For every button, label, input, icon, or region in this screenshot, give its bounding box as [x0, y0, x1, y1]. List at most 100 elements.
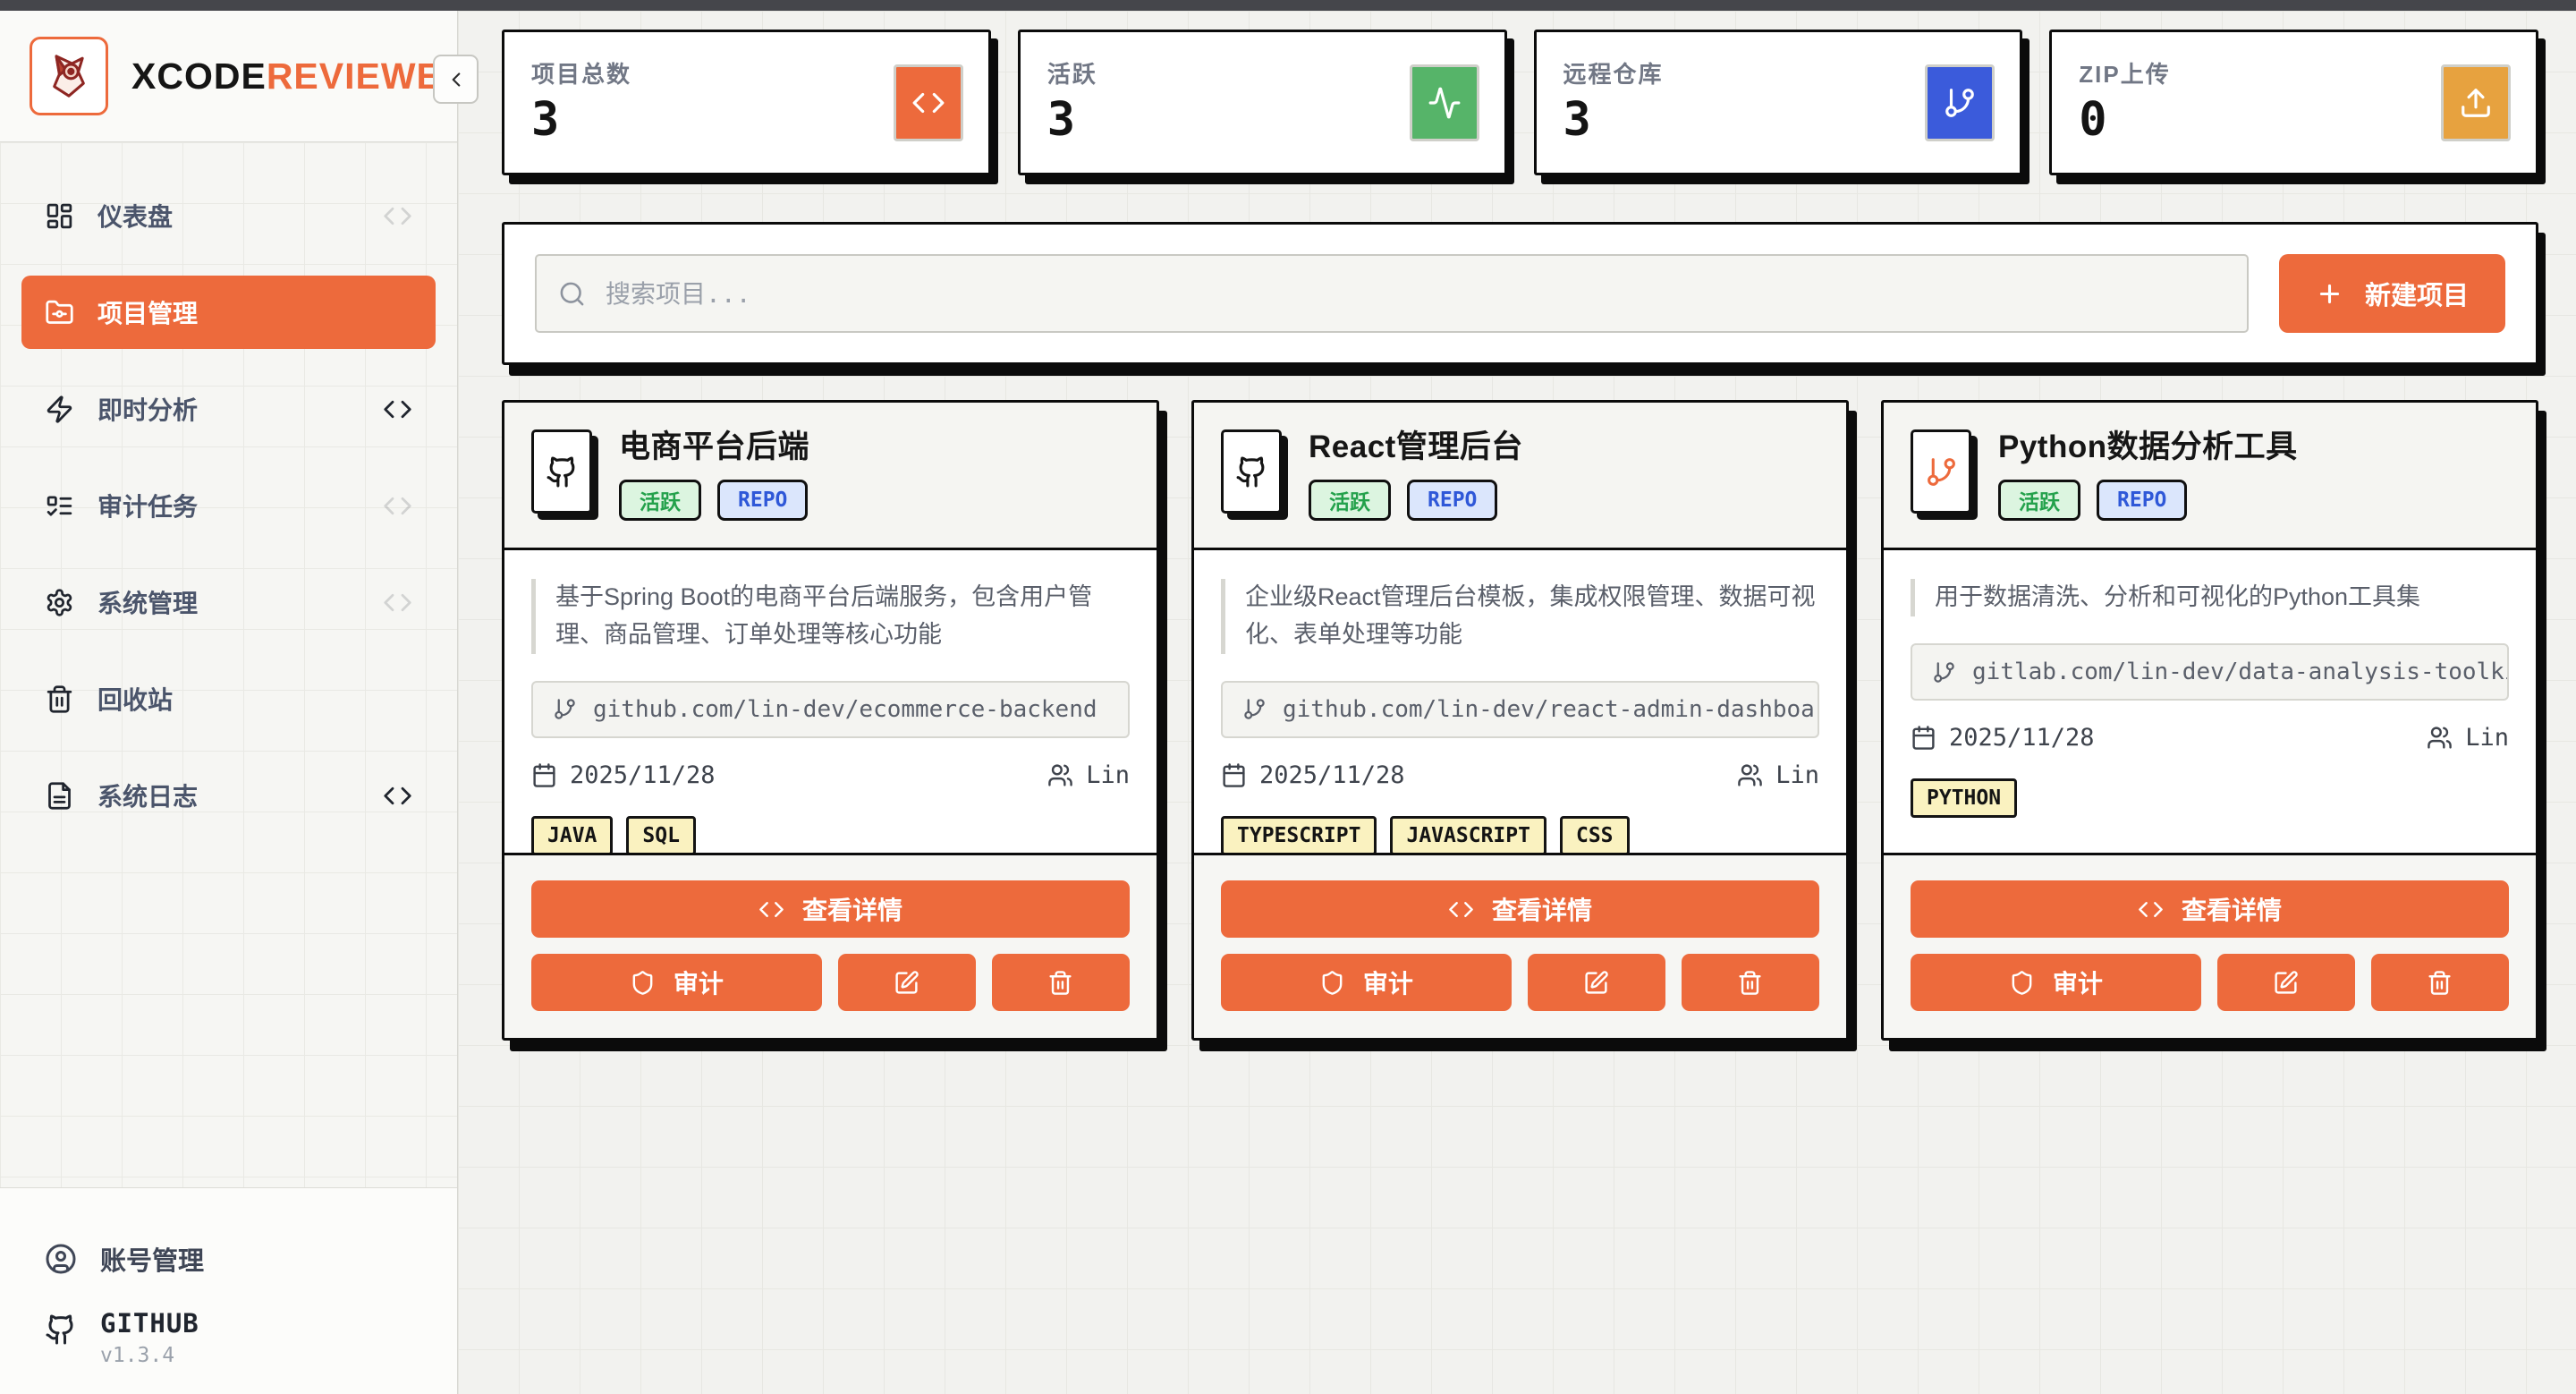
sidebar-item-system-admin[interactable]: 系统管理 [21, 565, 436, 639]
sidebar-collapse-button[interactable] [433, 55, 479, 104]
owner-text: Lin [1086, 761, 1130, 789]
sidebar-logo-area: XCODEREVIEWER [0, 11, 457, 142]
project-owner: Lin [1047, 761, 1130, 789]
github-icon [45, 1313, 77, 1346]
project-card-body: 企业级React管理后台模板，集成权限管理、数据可视化、表单处理等功能 gith… [1194, 550, 1846, 853]
stat-card-total-projects: 项目总数 3 [502, 30, 991, 175]
footer-actions-row: 审计 [1911, 954, 2509, 1011]
view-details-button[interactable]: 查看详情 [1221, 880, 1819, 938]
edit-button[interactable] [2217, 954, 2355, 1011]
project-source-icon-box [531, 429, 592, 514]
repo-url-text: github.com/lin-dev/react-admin-dashboard [1283, 696, 1819, 723]
sidebar: XCODEREVIEWER 仪表盘 项目管理 即时分析 [0, 11, 458, 1394]
calendar-icon [531, 762, 557, 788]
code-badge-icon [383, 491, 412, 521]
gear-icon [45, 588, 74, 617]
project-meta-row: 2025/11/28 Lin [531, 761, 1130, 789]
git-branch-icon [1925, 455, 1958, 489]
project-owner: Lin [2427, 724, 2509, 752]
project-card-footer: 查看详情 审计 [504, 853, 1157, 1038]
shield-icon [630, 970, 656, 996]
view-details-label: 查看详情 [802, 891, 902, 927]
project-card-header: React管理后台 活跃 REPO [1194, 403, 1846, 550]
github-icon [1235, 455, 1268, 489]
project-repo-url: gitlab.com/lin-dev/data-analysis-toolkit [1911, 643, 2509, 701]
audit-label: 审计 [2053, 965, 2103, 1000]
edit-button[interactable] [1528, 954, 1665, 1011]
stat-icon-tile [1925, 64, 1995, 141]
git-branch-icon [1242, 697, 1267, 721]
project-tags: TYPESCRIPT JAVASCRIPT CSS [1221, 816, 1819, 855]
delete-button[interactable] [2371, 954, 2509, 1011]
audit-label: 审计 [674, 965, 724, 1000]
language-tag: JAVA [531, 816, 613, 855]
delete-button[interactable] [992, 954, 1130, 1011]
type-badge-repo: REPO [1407, 480, 1497, 521]
shield-icon [2009, 970, 2035, 996]
stat-card-active: 活跃 3 [1018, 30, 1507, 175]
project-title: React管理后台 [1309, 429, 1523, 465]
stat-icon-tile [1410, 64, 1479, 141]
stats-row: 项目总数 3 活跃 3 远程仓库 3 [502, 30, 2538, 175]
sidebar-item-label: 回收站 [97, 681, 173, 717]
sidebar-item-dashboard[interactable]: 仪表盘 [21, 179, 436, 252]
date-text: 2025/11/28 [570, 761, 716, 789]
new-project-button[interactable]: 新建项目 [2279, 254, 2505, 333]
view-details-button[interactable]: 查看详情 [531, 880, 1130, 938]
delete-button[interactable] [1682, 954, 1819, 1011]
language-tag: PYTHON [1911, 778, 2017, 818]
status-badge-active: 活跃 [1998, 480, 2080, 521]
sidebar-item-label: 系统日志 [97, 778, 198, 813]
main-content: 项目总数 3 活跃 3 远程仓库 3 [458, 11, 2576, 1394]
sidebar-item-projects[interactable]: 项目管理 [21, 276, 436, 349]
dashboard-icon [45, 201, 74, 231]
trash-icon [2427, 970, 2453, 996]
badge-row: 活跃 REPO [1998, 480, 2298, 521]
project-source-icon-box [1221, 429, 1282, 514]
sidebar-item-system-logs[interactable]: 系统日志 [21, 759, 436, 832]
github-version-block[interactable]: GITHUB v1.3.4 [21, 1296, 436, 1367]
audit-button[interactable]: 审计 [1911, 954, 2201, 1011]
sidebar-item-account[interactable]: 账号管理 [21, 1222, 436, 1296]
status-badge-active: 活跃 [619, 480, 701, 521]
search-box[interactable] [535, 254, 2249, 333]
project-title: 电商平台后端 [619, 429, 809, 465]
github-text-block: GITHUB v1.3.4 [100, 1308, 199, 1367]
app-version: v1.3.4 [100, 1344, 199, 1367]
audit-button[interactable]: 审计 [531, 954, 822, 1011]
project-tags: PYTHON [1911, 778, 2509, 818]
project-card-body: 基于Spring Boot的电商平台后端服务，包含用户管理、商品管理、订单处理等… [504, 550, 1157, 853]
language-tag: CSS [1560, 816, 1630, 855]
view-details-button[interactable]: 查看详情 [1911, 880, 2509, 938]
edit-icon [2273, 970, 2299, 996]
edit-button[interactable] [838, 954, 976, 1011]
calendar-icon [1221, 762, 1247, 788]
type-badge-repo: REPO [717, 480, 808, 521]
users-icon [1737, 762, 1763, 788]
app-window: XCODEREVIEWER 仪表盘 项目管理 即时分析 [0, 0, 2576, 1394]
sidebar-item-recycle-bin[interactable]: 回收站 [21, 662, 436, 735]
github-icon [546, 455, 579, 489]
sidebar-item-audit-tasks[interactable]: 审计任务 [21, 469, 436, 542]
window-top-bar [0, 0, 2576, 11]
audit-button[interactable]: 审计 [1221, 954, 1512, 1011]
new-project-label: 新建项目 [2365, 275, 2469, 312]
code-badge-icon [383, 395, 412, 424]
upload-icon [2459, 86, 2493, 120]
zap-icon [45, 395, 74, 424]
project-repo-url: github.com/lin-dev/react-admin-dashboard [1221, 681, 1819, 738]
project-source-icon-box [1911, 429, 1971, 514]
calendar-icon [1911, 725, 1936, 751]
search-input[interactable] [604, 278, 2225, 310]
git-branch-icon [553, 697, 577, 721]
project-card-python-toolkit: Python数据分析工具 活跃 REPO 用于数据清洗、分析和可视化的Pytho… [1881, 400, 2538, 1041]
project-card-footer: 查看详情 审计 [1194, 853, 1846, 1038]
sidebar-item-instant-analysis[interactable]: 即时分析 [21, 372, 436, 446]
project-description: 基于Spring Boot的电商平台后端服务，包含用户管理、商品管理、订单处理等… [531, 579, 1130, 654]
account-label: 账号管理 [100, 1240, 204, 1278]
search-icon [558, 280, 586, 308]
code-badge-icon [383, 201, 412, 231]
sidebar-item-label: 仪表盘 [97, 198, 173, 234]
project-owner: Lin [1737, 761, 1819, 789]
date-text: 2025/11/28 [1259, 761, 1405, 789]
